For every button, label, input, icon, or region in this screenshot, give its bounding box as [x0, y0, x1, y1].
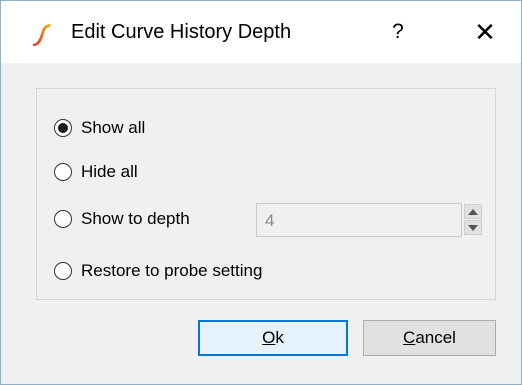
spin-down-button[interactable] — [464, 220, 482, 235]
history-depth-group: Show all Hide all Show to depth 4 Restor… — [36, 88, 496, 300]
restore-label: Restore to probe setting — [81, 261, 263, 280]
show-all-label: Show all — [81, 118, 146, 137]
option-restore[interactable]: Restore to probe setting — [54, 258, 262, 284]
show-to-depth-radio[interactable] — [54, 210, 72, 228]
depth-value: 4 — [265, 211, 275, 230]
hide-all-radio[interactable] — [54, 163, 72, 181]
help-button[interactable]: ? — [381, 15, 415, 49]
close-button[interactable]: ✕ — [467, 15, 503, 51]
ok-mnemonic: O — [262, 328, 276, 347]
show-to-depth-label: Show to depth — [81, 209, 190, 228]
option-show-to-depth[interactable]: Show to depth — [54, 206, 190, 232]
ok-button[interactable]: Ok — [198, 320, 348, 356]
depth-spinbox[interactable]: 4 — [256, 203, 462, 237]
cancel-button[interactable]: Cancel — [363, 320, 496, 356]
cancel-label-rest: ancel — [415, 328, 456, 347]
option-hide-all[interactable]: Hide all — [54, 159, 138, 185]
spin-up-button[interactable] — [464, 204, 482, 219]
ok-label-rest: k — [275, 328, 284, 347]
depth-spin-buttons — [464, 204, 484, 236]
option-show-all[interactable]: Show all — [54, 115, 145, 141]
restore-radio[interactable] — [54, 262, 72, 280]
show-all-radio[interactable] — [54, 119, 72, 137]
title-bar[interactable]: Edit Curve History Depth ? ✕ — [1, 1, 521, 63]
close-icon: ✕ — [474, 17, 496, 47]
cancel-mnemonic: C — [403, 328, 416, 347]
hide-all-label: Hide all — [81, 162, 138, 181]
edit-curve-history-depth-dialog: Edit Curve History Depth ? ✕ Show all Hi… — [0, 0, 522, 385]
app-logo-icon — [33, 24, 51, 46]
window-title: Edit Curve History Depth — [71, 21, 292, 43]
